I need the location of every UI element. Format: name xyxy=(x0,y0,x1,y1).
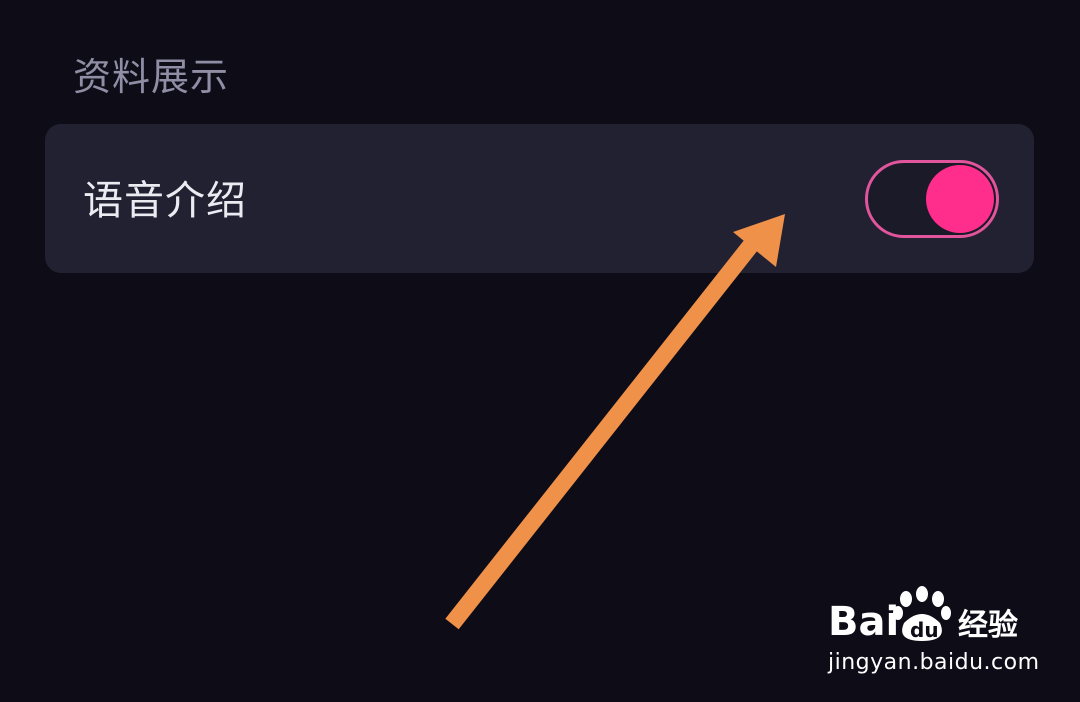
watermark-url: jingyan.baidu.com xyxy=(828,650,1040,675)
voice-intro-toggle[interactable] xyxy=(865,160,999,238)
svg-text:du: du xyxy=(910,618,939,642)
svg-text:经验: 经验 xyxy=(958,608,1018,643)
svg-text:Bai: Bai xyxy=(828,599,899,645)
settings-page: 资料展示 语音介绍 Bai du 经验 jingyan.baidu.com xyxy=(0,0,1080,702)
toggle-knob xyxy=(926,165,994,233)
baidu-jingyan-watermark: Bai du 经验 jingyan.baidu.com xyxy=(828,585,1039,680)
section-title: 资料展示 xyxy=(73,55,230,99)
baidu-logo-icon: Bai du 经验 xyxy=(828,586,1018,645)
voice-intro-label: 语音介绍 xyxy=(83,178,247,224)
settings-card: 语音介绍 xyxy=(45,124,1034,273)
